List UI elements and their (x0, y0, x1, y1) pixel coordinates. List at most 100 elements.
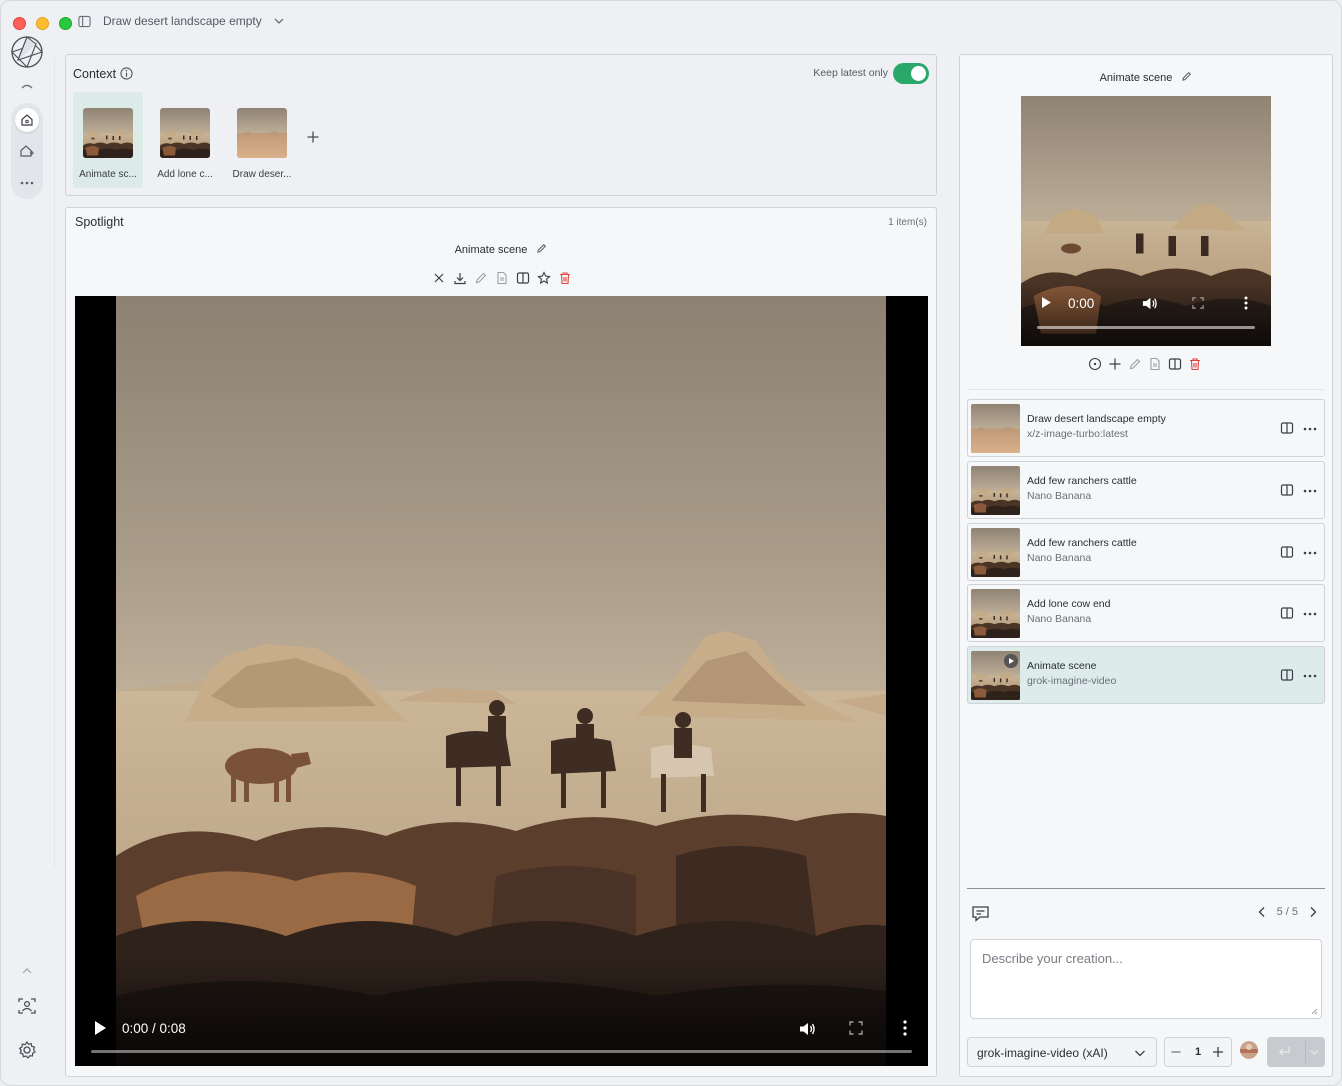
chevron-down-icon[interactable] (1310, 1049, 1319, 1056)
context-item[interactable]: Animate sc... (73, 92, 143, 188)
compare-icon[interactable] (1280, 606, 1294, 620)
volume-icon[interactable] (798, 1020, 816, 1038)
video-frame (116, 296, 886, 1066)
delete-icon[interactable] (1188, 357, 1202, 371)
chevron-right-icon[interactable] (1308, 906, 1318, 918)
collapse-up-icon[interactable] (20, 81, 34, 91)
document-icon[interactable] (1148, 357, 1162, 371)
spotlight-panel: Spotlight 1 item(s) Animate scene 0:00 /… (65, 207, 937, 1077)
submit-button[interactable] (1267, 1037, 1325, 1067)
plus-icon[interactable] (1212, 1046, 1224, 1058)
more-horizontal-icon[interactable] (1303, 674, 1317, 678)
quantity-value[interactable]: 1 (1193, 1046, 1203, 1058)
preview-video-player[interactable]: 0:00 (1021, 96, 1271, 346)
history-item[interactable]: Add few ranchers cattle Nano Banana (967, 523, 1325, 581)
compare-icon[interactable] (1280, 421, 1294, 435)
prompt-box (970, 939, 1322, 1019)
history-thumbnail (971, 528, 1020, 577)
close-icon[interactable] (432, 271, 446, 285)
minus-icon[interactable] (1170, 1046, 1182, 1058)
more-horizontal-icon[interactable] (1303, 612, 1317, 616)
more-horizontal-icon[interactable] (1303, 489, 1317, 493)
app-logo-icon[interactable] (10, 35, 44, 69)
spotlight-video-player[interactable]: 0:00 / 0:08 (75, 296, 928, 1066)
delete-icon[interactable] (558, 271, 572, 285)
expand-up-icon[interactable] (21, 966, 33, 976)
enter-icon (1279, 1047, 1290, 1056)
chat-bubble-icon[interactable] (971, 904, 990, 923)
fullscreen-icon[interactable] (1192, 297, 1204, 309)
document-icon[interactable] (495, 271, 509, 285)
compare-icon[interactable] (1280, 668, 1294, 682)
rail-workspace-button[interactable] (15, 139, 39, 163)
history-thumbnail (971, 404, 1020, 453)
play-icon[interactable] (93, 1020, 107, 1036)
more-vertical-icon[interactable] (1244, 296, 1248, 310)
avatar[interactable] (1240, 1041, 1258, 1059)
add-icon[interactable] (1108, 357, 1122, 371)
history-item[interactable]: Animate scene grok-imagine-video (967, 646, 1325, 704)
compare-icon[interactable] (1280, 545, 1294, 559)
history-model: Nano Banana (1027, 613, 1092, 625)
window-title[interactable]: Draw desert landscape empty (103, 14, 262, 28)
chevron-down-icon[interactable] (273, 15, 285, 27)
history-model: Nano Banana (1027, 552, 1092, 564)
edit-icon[interactable] (1128, 357, 1142, 371)
chevron-down-icon (1135, 1050, 1145, 1057)
model-select[interactable]: grok-imagine-video (xAI) (967, 1037, 1157, 1067)
history-thumbnail (971, 589, 1020, 638)
info-icon[interactable] (120, 67, 133, 80)
context-item[interactable]: Add lone c... (150, 92, 220, 188)
history-thumbnail (971, 651, 1020, 700)
pencil-icon[interactable] (536, 243, 547, 254)
add-context-icon[interactable] (306, 130, 320, 144)
volume-icon[interactable] (1141, 295, 1158, 312)
pencil-icon[interactable] (1181, 71, 1192, 82)
more-vertical-icon[interactable] (903, 1020, 907, 1036)
download-icon[interactable] (453, 271, 467, 285)
context-item-label: Add lone c... (157, 169, 213, 180)
more-horizontal-icon[interactable] (1303, 551, 1317, 555)
compare-icon[interactable] (1280, 483, 1294, 497)
preview-progress-bar[interactable] (1037, 326, 1255, 329)
context-item[interactable]: Draw deser... (227, 92, 297, 188)
play-icon[interactable] (1041, 296, 1052, 309)
sidebar-toggle-icon[interactable] (78, 15, 91, 28)
rail-more-button[interactable] (15, 171, 39, 195)
keep-latest-toggle[interactable] (893, 63, 929, 84)
user-scan-icon[interactable] (17, 996, 37, 1016)
compare-icon[interactable] (516, 271, 530, 285)
target-icon[interactable] (1088, 357, 1102, 371)
quantity-stepper: 1 (1164, 1037, 1232, 1067)
star-icon[interactable] (537, 271, 551, 285)
preview-video-controls: 0:00 (1021, 282, 1271, 346)
submit-split-divider (1305, 1041, 1306, 1063)
zoom-window-button[interactable] (59, 17, 72, 30)
app-window: Draw desert landscape empty Context Keep… (0, 0, 1342, 1086)
close-window-button[interactable] (13, 17, 26, 30)
history-item[interactable]: Draw desert landscape empty x/z-image-tu… (967, 399, 1325, 457)
edit-icon[interactable] (474, 271, 488, 285)
history-item[interactable]: Add lone cow end Nano Banana (967, 584, 1325, 642)
video-progress-bar[interactable] (91, 1050, 912, 1053)
keep-latest-label: Keep latest only (813, 67, 888, 79)
minimize-window-button[interactable] (36, 17, 49, 30)
history-title: Add lone cow end (1027, 598, 1111, 610)
settings-gear-icon[interactable] (17, 1040, 37, 1060)
prompt-input[interactable] (971, 940, 1321, 1018)
spotlight-item-name: Animate scene (454, 244, 528, 256)
history-title: Animate scene (1027, 660, 1097, 672)
rail-home-button[interactable] (15, 108, 39, 132)
context-thumbnail (160, 108, 210, 158)
compare-icon[interactable] (1168, 357, 1182, 371)
more-horizontal-icon[interactable] (1303, 427, 1317, 431)
history-model: Nano Banana (1027, 490, 1092, 502)
preview-name-row: Animate scene (960, 71, 1332, 84)
chevron-left-icon[interactable] (1257, 906, 1267, 918)
history-thumbnail (971, 466, 1020, 515)
history-item[interactable]: Add few ranchers cattle Nano Banana (967, 461, 1325, 519)
fullscreen-icon[interactable] (849, 1021, 863, 1035)
resize-grip-icon[interactable] (1310, 1007, 1318, 1015)
history-title: Add few ranchers cattle (1027, 537, 1137, 549)
preview-time: 0:00 (1068, 296, 1095, 311)
